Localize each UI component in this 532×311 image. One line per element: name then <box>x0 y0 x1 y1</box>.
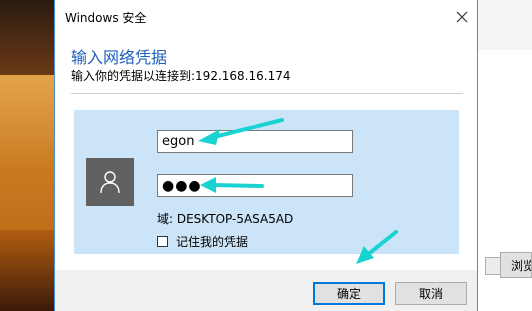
username-value: egon <box>162 134 195 149</box>
dialog-subtext: 输入你的凭据以连接到:192.168.16.174 <box>71 69 291 83</box>
desktop-wallpaper <box>0 0 60 311</box>
background-small-button[interactable] <box>485 257 501 275</box>
background-window-strip <box>478 0 532 50</box>
remember-label: 记住我的凭据 <box>176 235 249 249</box>
wallpaper-dark-top <box>0 0 60 75</box>
dialog-heading: 输入网络凭据 <box>71 48 168 67</box>
domain-text: 域: DESKTOP-5ASA5AD <box>157 212 294 226</box>
remember-credentials[interactable]: 记住我的凭据 <box>157 233 248 250</box>
username-field[interactable]: egon <box>157 130 353 153</box>
close-icon <box>456 11 468 22</box>
cancel-button[interactable]: 取消 <box>395 282 467 305</box>
user-avatar <box>86 158 134 206</box>
ok-button[interactable]: 确定 <box>313 282 385 305</box>
window-title: Windows 安全 <box>65 11 147 25</box>
divider <box>71 93 463 94</box>
button-bar: 确定 取消 <box>55 270 477 311</box>
screen: 浏览 Windows 安全 输入网络凭据 输入你的凭据以连接到:192.168.… <box>0 0 532 311</box>
close-button[interactable] <box>447 0 477 33</box>
background-browse-button[interactable]: 浏览 <box>500 252 532 278</box>
wallpaper-dark-bottom <box>0 230 60 311</box>
password-field[interactable]: ●●● <box>157 174 353 197</box>
credential-panel[interactable]: egon ●●● 域: DESKTOP-5ASA5AD 记住我的凭据 <box>74 110 459 254</box>
password-value: ●●● <box>162 177 202 194</box>
title-bar: Windows 安全 <box>55 0 477 33</box>
user-icon <box>100 171 120 194</box>
remember-checkbox[interactable] <box>157 236 168 247</box>
windows-security-dialog: Windows 安全 输入网络凭据 输入你的凭据以连接到:192.168.16.… <box>54 0 478 311</box>
